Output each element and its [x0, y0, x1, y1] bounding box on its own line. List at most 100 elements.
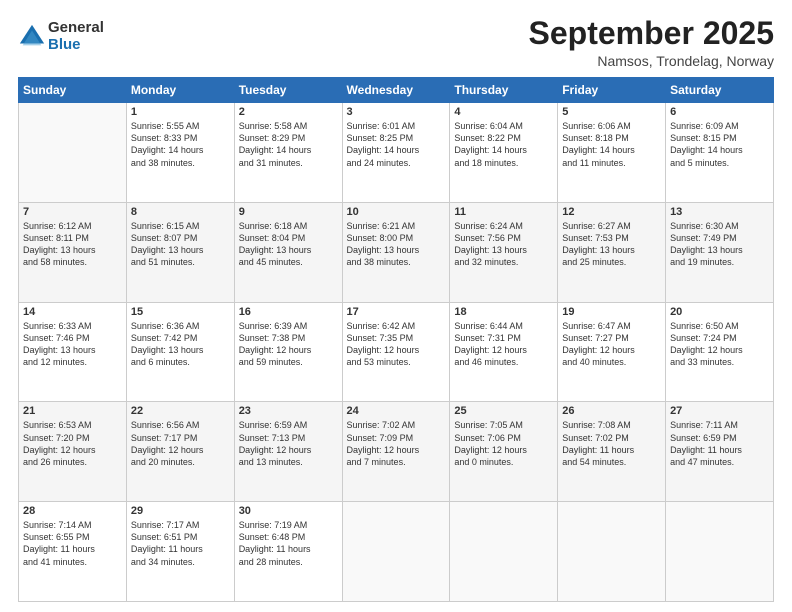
table-row [450, 502, 558, 602]
header: General Blue September 2025 Namsos, Tron… [18, 16, 774, 69]
logo-text: General Blue [48, 20, 104, 53]
table-row: 5 Sunrise: 6:06 AM Sunset: 8:18 PM Daylig… [558, 103, 666, 203]
table-row: 26 Sunrise: 7:08 AM Sunset: 7:02 PM Dayli… [558, 402, 666, 502]
logo-general-text: General [48, 20, 104, 37]
title-block: September 2025 Namsos, Trondelag, Norway [529, 16, 774, 69]
day-number: 18 [454, 306, 553, 318]
col-sunday: Sunday [19, 78, 127, 103]
day-info: Sunrise: 7:19 AM Sunset: 6:48 PM Dayligh… [239, 519, 338, 568]
day-info: Sunrise: 6:06 AM Sunset: 8:18 PM Dayligh… [562, 120, 661, 169]
table-row [19, 103, 127, 203]
table-row: 29Sunrise: 7:17 AM Sunset: 6:51 PM Dayli… [126, 502, 234, 602]
day-number: 14 [23, 306, 122, 318]
day-number: 2 [239, 106, 338, 118]
day-number: 8 [131, 206, 230, 218]
table-row: 22Sunrise: 6:56 AM Sunset: 7:17 PM Dayli… [126, 402, 234, 502]
day-info: Sunrise: 6:24 AM Sunset: 7:56 PM Dayligh… [454, 220, 553, 269]
table-row: 6 Sunrise: 6:09 AM Sunset: 8:15 PM Daylig… [666, 103, 774, 203]
table-row: 12 Sunrise: 6:27 AM Sunset: 7:53 PM Dayli… [558, 202, 666, 302]
table-row: 10Sunrise: 6:21 AM Sunset: 8:00 PM Dayli… [342, 202, 450, 302]
day-info: Sunrise: 6:33 AM Sunset: 7:46 PM Dayligh… [23, 320, 122, 369]
day-info: Sunrise: 6:18 AM Sunset: 8:04 PM Dayligh… [239, 220, 338, 269]
day-info: Sunrise: 7:14 AM Sunset: 6:55 PM Dayligh… [23, 519, 122, 568]
month-title: September 2025 [529, 16, 774, 51]
day-number: 27 [670, 405, 769, 417]
calendar-week-row: 14 Sunrise: 6:33 AM Sunset: 7:46 PM Dayli… [19, 302, 774, 402]
calendar-week-row: 1 Sunrise: 5:55 AM Sunset: 8:33 PM Daylig… [19, 103, 774, 203]
day-info: Sunrise: 6:59 AM Sunset: 7:13 PM Dayligh… [239, 419, 338, 468]
day-info: Sunrise: 6:30 AM Sunset: 7:49 PM Dayligh… [670, 220, 769, 269]
table-row: 14 Sunrise: 6:33 AM Sunset: 7:46 PM Dayli… [19, 302, 127, 402]
day-number: 21 [23, 405, 122, 417]
calendar-table: Sunday Monday Tuesday Wednesday Thursday… [18, 77, 774, 602]
day-number: 16 [239, 306, 338, 318]
day-info: Sunrise: 6:09 AM Sunset: 8:15 PM Dayligh… [670, 120, 769, 169]
table-row: 21 Sunrise: 6:53 AM Sunset: 7:20 PM Dayli… [19, 402, 127, 502]
location: Namsos, Trondelag, Norway [529, 53, 774, 69]
day-number: 13 [670, 206, 769, 218]
table-row: 20 Sunrise: 6:50 AM Sunset: 7:24 PM Dayli… [666, 302, 774, 402]
col-wednesday: Wednesday [342, 78, 450, 103]
day-info: Sunrise: 7:08 AM Sunset: 7:02 PM Dayligh… [562, 419, 661, 468]
day-info: Sunrise: 6:42 AM Sunset: 7:35 PM Dayligh… [347, 320, 446, 369]
day-info: Sunrise: 6:12 AM Sunset: 8:11 PM Dayligh… [23, 220, 122, 269]
day-info: Sunrise: 6:53 AM Sunset: 7:20 PM Dayligh… [23, 419, 122, 468]
calendar-week-row: 7 Sunrise: 6:12 AM Sunset: 8:11 PM Daylig… [19, 202, 774, 302]
col-monday: Monday [126, 78, 234, 103]
day-info: Sunrise: 6:04 AM Sunset: 8:22 PM Dayligh… [454, 120, 553, 169]
table-row: 1 Sunrise: 5:55 AM Sunset: 8:33 PM Daylig… [126, 103, 234, 203]
day-info: Sunrise: 6:39 AM Sunset: 7:38 PM Dayligh… [239, 320, 338, 369]
day-info: Sunrise: 6:27 AM Sunset: 7:53 PM Dayligh… [562, 220, 661, 269]
day-number: 26 [562, 405, 661, 417]
logo-icon [18, 23, 46, 51]
day-info: Sunrise: 5:55 AM Sunset: 8:33 PM Dayligh… [131, 120, 230, 169]
calendar-week-row: 28Sunrise: 7:14 AM Sunset: 6:55 PM Dayli… [19, 502, 774, 602]
calendar-week-row: 21 Sunrise: 6:53 AM Sunset: 7:20 PM Dayli… [19, 402, 774, 502]
table-row: 18 Sunrise: 6:44 AM Sunset: 7:31 PM Dayli… [450, 302, 558, 402]
day-number: 6 [670, 106, 769, 118]
calendar-header-row: Sunday Monday Tuesday Wednesday Thursday… [19, 78, 774, 103]
day-number: 1 [131, 106, 230, 118]
table-row [558, 502, 666, 602]
day-number: 15 [131, 306, 230, 318]
day-info: Sunrise: 6:47 AM Sunset: 7:27 PM Dayligh… [562, 320, 661, 369]
day-number: 25 [454, 405, 553, 417]
day-number: 29 [131, 505, 230, 517]
table-row [342, 502, 450, 602]
table-row [666, 502, 774, 602]
col-friday: Friday [558, 78, 666, 103]
day-info: Sunrise: 6:56 AM Sunset: 7:17 PM Dayligh… [131, 419, 230, 468]
day-number: 23 [239, 405, 338, 417]
table-row: 30 Sunrise: 7:19 AM Sunset: 6:48 PM Dayli… [234, 502, 342, 602]
col-thursday: Thursday [450, 78, 558, 103]
day-info: Sunrise: 6:36 AM Sunset: 7:42 PM Dayligh… [131, 320, 230, 369]
day-number: 12 [562, 206, 661, 218]
day-info: Sunrise: 6:15 AM Sunset: 8:07 PM Dayligh… [131, 220, 230, 269]
day-number: 30 [239, 505, 338, 517]
day-number: 17 [347, 306, 446, 318]
page: General Blue September 2025 Namsos, Tron… [0, 0, 792, 612]
day-info: Sunrise: 6:44 AM Sunset: 7:31 PM Dayligh… [454, 320, 553, 369]
day-number: 24 [347, 405, 446, 417]
day-number: 7 [23, 206, 122, 218]
day-number: 5 [562, 106, 661, 118]
day-number: 20 [670, 306, 769, 318]
day-number: 19 [562, 306, 661, 318]
table-row: 2Sunrise: 5:58 AM Sunset: 8:29 PM Daylig… [234, 103, 342, 203]
table-row: 4Sunrise: 6:04 AM Sunset: 8:22 PM Daylig… [450, 103, 558, 203]
table-row: 15 Sunrise: 6:36 AM Sunset: 7:42 PM Dayli… [126, 302, 234, 402]
table-row: 16 Sunrise: 6:39 AM Sunset: 7:38 PM Dayli… [234, 302, 342, 402]
day-info: Sunrise: 6:01 AM Sunset: 8:25 PM Dayligh… [347, 120, 446, 169]
table-row: 7 Sunrise: 6:12 AM Sunset: 8:11 PM Daylig… [19, 202, 127, 302]
logo: General Blue [18, 20, 104, 53]
table-row: 17 Sunrise: 6:42 AM Sunset: 7:35 PM Dayli… [342, 302, 450, 402]
table-row: 9Sunrise: 6:18 AM Sunset: 8:04 PM Daylig… [234, 202, 342, 302]
table-row: 13 Sunrise: 6:30 AM Sunset: 7:49 PM Dayli… [666, 202, 774, 302]
table-row: 25 Sunrise: 7:05 AM Sunset: 7:06 PM Dayli… [450, 402, 558, 502]
table-row: 28Sunrise: 7:14 AM Sunset: 6:55 PM Dayli… [19, 502, 127, 602]
day-info: Sunrise: 6:50 AM Sunset: 7:24 PM Dayligh… [670, 320, 769, 369]
table-row: 24Sunrise: 7:02 AM Sunset: 7:09 PM Dayli… [342, 402, 450, 502]
table-row: 19 Sunrise: 6:47 AM Sunset: 7:27 PM Dayli… [558, 302, 666, 402]
day-info: Sunrise: 7:05 AM Sunset: 7:06 PM Dayligh… [454, 419, 553, 468]
col-saturday: Saturday [666, 78, 774, 103]
